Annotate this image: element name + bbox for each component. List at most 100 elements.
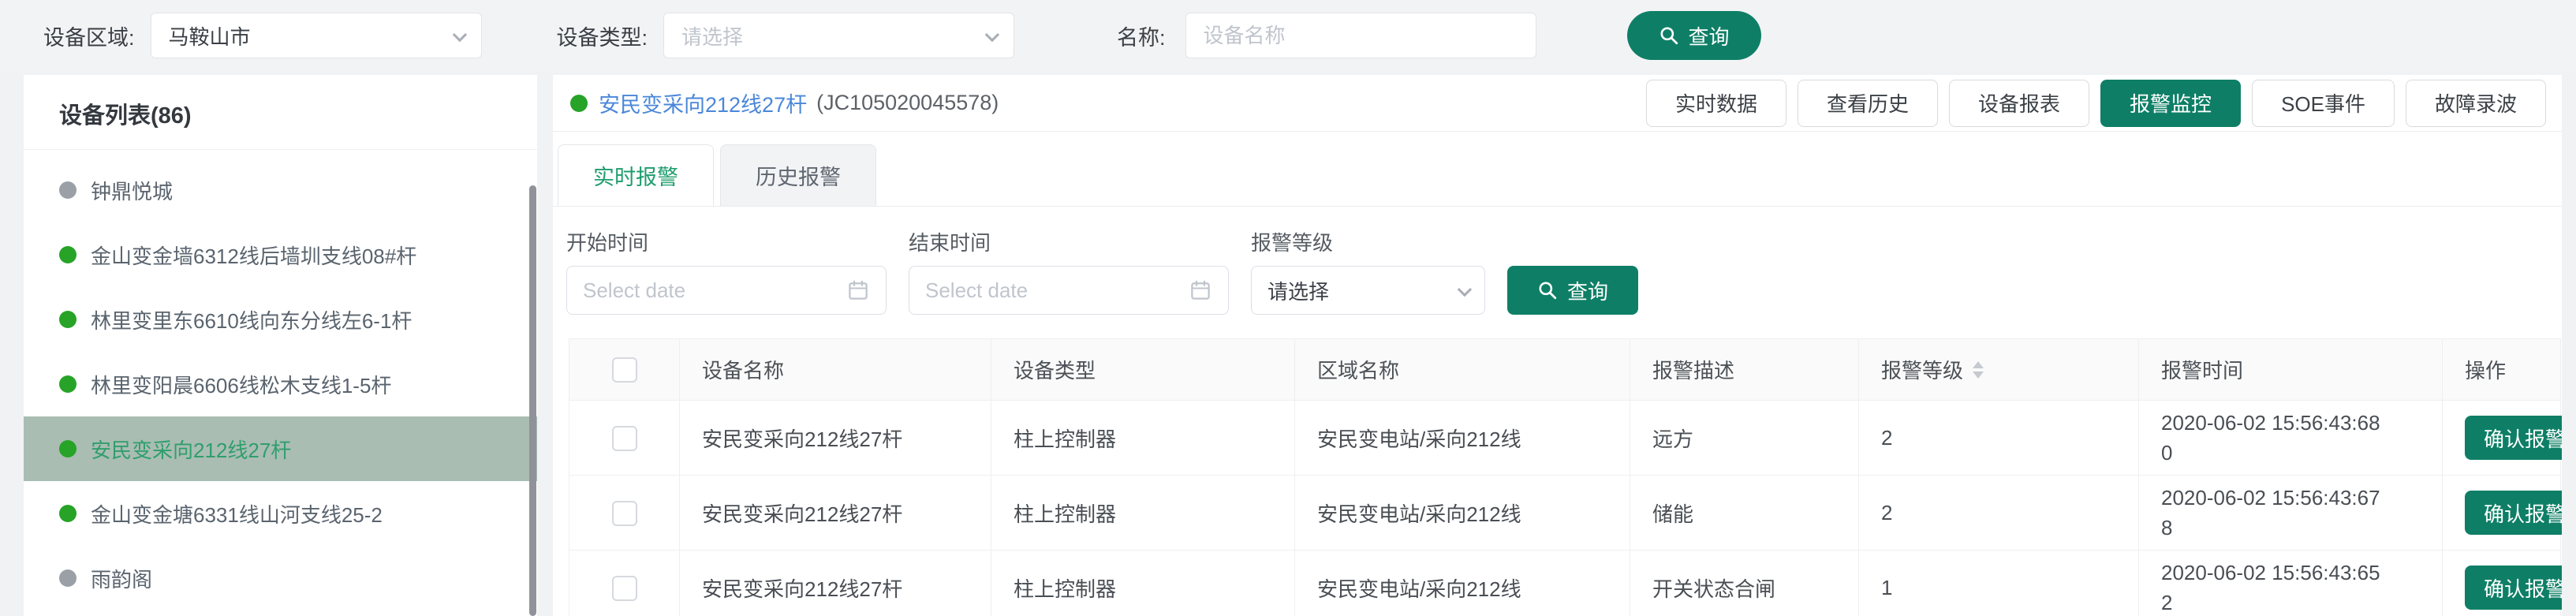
device-status-dot <box>59 246 77 263</box>
cell-alarm-time: 2020-06-02 15:56:43:680 <box>2139 401 2443 476</box>
alarm-level-label: 报警等级 <box>1251 227 1485 256</box>
device-name-label: 名称: <box>1117 21 1166 51</box>
device-header: 安民变采向212线27杆 (JC105020045578) 实时数据查看历史设备… <box>553 75 2562 132</box>
cell-region-name: 安民变电站/采向212线 <box>1295 551 1630 616</box>
col-actions: 操作 <box>2443 339 2561 401</box>
alarm-level-placeholder: 请选择 <box>1267 276 1329 305</box>
top-query-label: 查询 <box>1689 21 1730 50</box>
end-date-picker[interactable] <box>909 266 1229 315</box>
device-nav-button[interactable]: 实时数据 <box>1646 80 1786 127</box>
device-list-item[interactable]: 安民变采向212线27杆 <box>24 416 537 481</box>
alarm-table: 设备名称 设备类型 区域名称 报警描述 报警等级 <box>569 338 2561 616</box>
start-date-picker[interactable] <box>566 266 887 315</box>
cell-region-name: 安民变电站/采向212线 <box>1295 476 1630 551</box>
alarm-time-value: 2020-06-02 15:56:43:652 <box>2161 558 2391 616</box>
sort-desc-icon <box>1973 371 1984 379</box>
alarm-tab-label: 实时报警 <box>593 160 678 191</box>
search-icon <box>1659 25 1679 46</box>
device-type-label: 设备类型: <box>557 21 648 51</box>
cell-device-type: 柱上控制器 <box>991 551 1295 616</box>
device-list-item[interactable]: 林里变阳晨6606线松木支线1-5杆 <box>24 352 537 416</box>
cell-device-name: 安民变采向212线27杆 <box>680 401 991 476</box>
col-alarm-desc: 报警描述 <box>1630 339 1859 401</box>
alarm-level-select[interactable]: 请选择 <box>1251 266 1485 315</box>
cell-device-name: 安民变采向212线27杆 <box>680 551 991 616</box>
alarm-time-value: 2020-06-02 15:56:43:680 <box>2161 408 2391 468</box>
chevron-down-icon <box>1458 282 1472 296</box>
alarm-table-row: 安民变采向212线27杆 柱上控制器 安民变电站/采向212线 储能 2 202… <box>569 476 2561 551</box>
confirm-alarm-button[interactable]: 确认报警 <box>2465 491 2562 535</box>
top-query-button[interactable]: 查询 <box>1627 11 1761 60</box>
cell-alarm-level: 2 <box>1859 401 2139 476</box>
select-all-checkbox[interactable] <box>612 357 637 383</box>
device-list: 钟鼎悦城 金山变金墙6312线后墙圳支线08#杆 林里变里东6610线向东分线左… <box>24 150 537 616</box>
device-region-value: 马鞍山市 <box>169 21 251 50</box>
device-code: (JC105020045578) <box>816 91 999 115</box>
confirm-alarm-button[interactable]: 确认报警 <box>2465 566 2562 610</box>
row-checkbox[interactable] <box>612 576 637 601</box>
col-alarm-level-label: 报警等级 <box>1881 355 1963 384</box>
sort-icon[interactable] <box>1973 361 1984 379</box>
device-nav-button[interactable]: 故障录波 <box>2406 80 2546 127</box>
sidebar-scrollbar[interactable] <box>529 185 536 616</box>
device-list-item[interactable]: 金山变金墙6312线后墙圳支线08#杆 <box>24 222 537 287</box>
alarm-time-value: 2020-06-02 15:56:43:678 <box>2161 483 2391 543</box>
device-list-item-label: 金山变金塘6331线山河支线25-2 <box>91 499 383 528</box>
device-status-dot <box>59 181 77 199</box>
sort-asc-icon <box>1973 361 1984 368</box>
device-list-item[interactable]: 雨韵阁 <box>24 546 537 610</box>
alarm-table-body: 安民变采向212线27杆 柱上控制器 安民变电站/采向212线 远方 2 202… <box>569 401 2561 616</box>
device-list-item[interactable] <box>24 610 537 616</box>
device-status-dot <box>59 375 77 393</box>
device-region-label: 设备区域: <box>43 21 135 51</box>
device-list-item-label: 雨韵阁 <box>91 564 152 593</box>
col-region-name: 区域名称 <box>1295 339 1630 401</box>
alarm-tabs: 实时报警 历史报警 <box>553 132 2562 207</box>
alarm-filters: 开始时间 结束时间 <box>553 207 2562 315</box>
chevron-down-icon <box>985 27 999 41</box>
device-list-item[interactable]: 金山变金塘6331线山河支线25-2 <box>24 481 537 546</box>
calendar-icon <box>1189 278 1212 302</box>
end-date-input[interactable] <box>925 278 1179 303</box>
cell-alarm-time: 2020-06-02 15:56:43:678 <box>2139 476 2443 551</box>
device-nav-button[interactable]: 设备报表 <box>1949 80 2089 127</box>
device-region-select[interactable]: 马鞍山市 <box>151 13 482 58</box>
device-nav-button[interactable]: 查看历史 <box>1798 80 1938 127</box>
device-type-select[interactable]: 请选择 <box>663 13 1014 58</box>
page-content: 设备列表(86) 钟鼎悦城 金山变金墙6312线后墙圳支线08#杆 林里变里东6… <box>0 71 2576 616</box>
alarm-tab[interactable]: 实时报警 <box>558 144 714 206</box>
search-icon <box>1537 280 1558 301</box>
row-checkbox[interactable] <box>612 501 637 526</box>
col-device-name: 设备名称 <box>680 339 991 401</box>
row-checkbox[interactable] <box>612 426 637 451</box>
cell-alarm-level: 1 <box>1859 551 2139 616</box>
device-list-item[interactable]: 钟鼎悦城 <box>24 158 537 222</box>
device-name-link[interactable]: 安民变采向212线27杆 <box>599 88 807 118</box>
alarm-tab[interactable]: 历史报警 <box>720 144 876 206</box>
chevron-down-icon <box>452 27 466 41</box>
device-list-item-label: 安民变采向212线27杆 <box>91 435 291 464</box>
device-list-title: 设备列表(86) <box>24 75 537 150</box>
col-alarm-time: 报警时间 <box>2139 339 2443 401</box>
device-nav-button[interactable]: SOE事件 <box>2252 80 2395 127</box>
device-nav-button[interactable]: 报警监控 <box>2100 80 2241 127</box>
device-list-item-label: 林里变阳晨6606线松木支线1-5杆 <box>91 370 391 399</box>
cell-alarm-time: 2020-06-02 15:56:43:652 <box>2139 551 2443 616</box>
device-name-input[interactable] <box>1185 13 1536 58</box>
cell-device-type: 柱上控制器 <box>991 476 1295 551</box>
alarm-tab-label: 历史报警 <box>756 160 841 191</box>
cell-device-type: 柱上控制器 <box>991 401 1295 476</box>
alarm-table-wrap: 设备名称 设备类型 区域名称 报警描述 报警等级 <box>569 338 2560 616</box>
device-status-dot <box>59 505 77 522</box>
start-date-input[interactable] <box>583 278 837 303</box>
device-status-dot <box>59 569 77 587</box>
calendar-icon <box>846 278 870 302</box>
alarm-table-row: 安民变采向212线27杆 柱上控制器 安民变电站/采向212线 开关状态合闸 1… <box>569 551 2561 616</box>
device-list-panel: 设备列表(86) 钟鼎悦城 金山变金墙6312线后墙圳支线08#杆 林里变里东6… <box>24 75 537 616</box>
device-online-dot <box>570 95 588 112</box>
end-time-label: 结束时间 <box>909 227 1229 256</box>
device-list-item[interactable]: 林里变里东6610线向东分线左6-1杆 <box>24 287 537 352</box>
alarm-query-button[interactable]: 查询 <box>1507 266 1638 315</box>
device-detail-panel: 安民变采向212线27杆 (JC105020045578) 实时数据查看历史设备… <box>553 75 2562 616</box>
confirm-alarm-button[interactable]: 确认报警 <box>2465 416 2562 460</box>
